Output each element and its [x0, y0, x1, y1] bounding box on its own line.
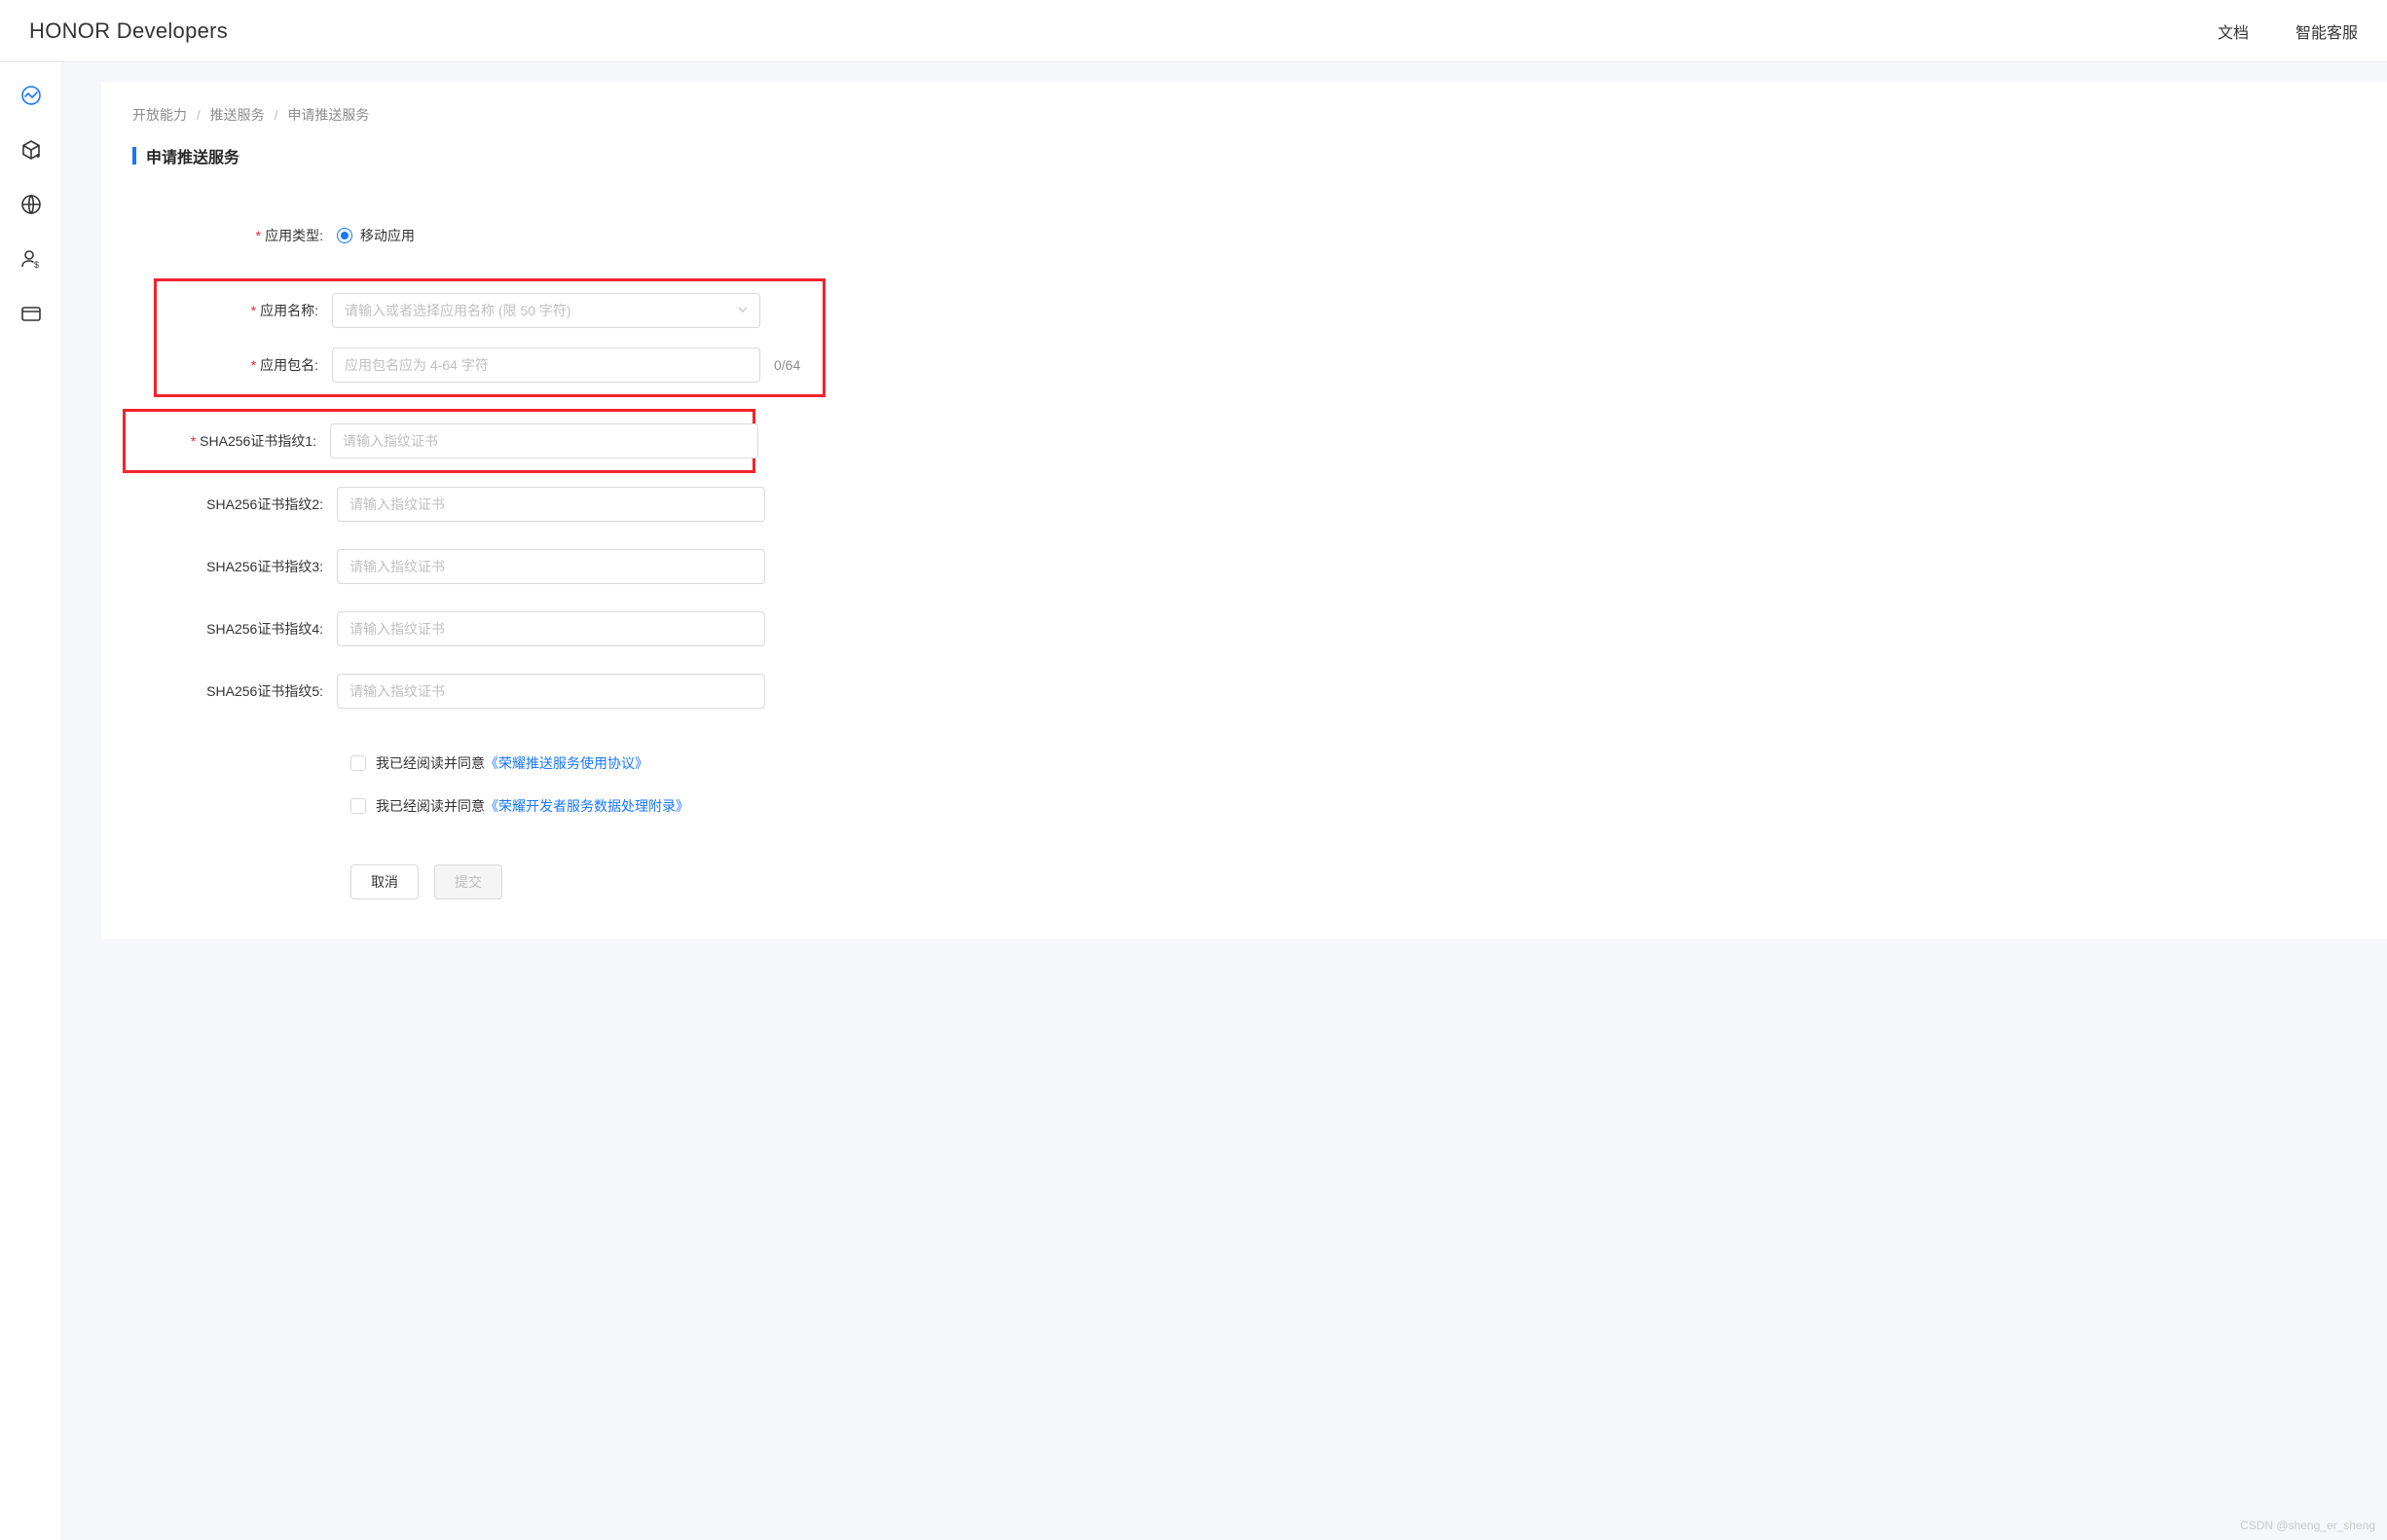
sha4-input[interactable] — [337, 611, 765, 646]
sha4-row: SHA256证书指纹4: — [162, 609, 2356, 648]
sha3-label: SHA256证书指纹3: — [162, 557, 337, 576]
watermark: CSDN @sheng_er_sheng — [2240, 1519, 2375, 1532]
sidebar: $ — [0, 62, 62, 1540]
app-type-value: 移动应用 — [360, 226, 415, 245]
sha2-row: SHA256证书指纹2: — [162, 485, 2356, 524]
breadcrumb-item-1[interactable]: 推送服务 — [210, 107, 265, 123]
page-title: 申请推送服务 — [146, 144, 239, 167]
sidebar-chart-icon[interactable] — [18, 82, 45, 109]
sha2-label: SHA256证书指纹2: — [162, 495, 337, 514]
app-type-row: *应用类型: 移动应用 — [162, 216, 2356, 255]
app-name-label: *应用名称: — [157, 301, 332, 320]
radio-icon — [337, 228, 352, 243]
sha4-label: SHA256证书指纹4: — [162, 619, 337, 639]
breadcrumb-sep: / — [275, 107, 278, 123]
agreement-row-2: 我已经阅读并同意 《荣耀开发者服务数据处理附录》 — [350, 796, 2356, 816]
highlight-sha1: *SHA256证书指纹1: — [123, 409, 755, 473]
header-nav: 文档 智能客服 — [2218, 19, 2358, 43]
breadcrumb-item-2: 申请推送服务 — [287, 107, 369, 123]
agreement2-checkbox[interactable] — [350, 798, 366, 814]
sha1-label: *SHA256证书指纹1: — [155, 431, 330, 451]
sha5-row: SHA256证书指纹5: — [162, 672, 2356, 711]
app-name-select[interactable] — [332, 293, 760, 328]
page-title-wrap: 申请推送服务 — [132, 144, 2356, 167]
cancel-button[interactable]: 取消 — [350, 864, 419, 899]
sha3-input[interactable] — [337, 549, 765, 584]
agreement1-text: 我已经阅读并同意 — [376, 753, 485, 773]
content-area: 开放能力 / 推送服务 / 申请推送服务 申请推送服务 *应用类型: — [62, 62, 2387, 1540]
agreement2-link[interactable]: 《荣耀开发者服务数据处理附录》 — [485, 796, 689, 816]
app-type-label: *应用类型: — [162, 226, 337, 245]
title-bar-icon — [132, 147, 136, 165]
sidebar-globe-icon[interactable] — [18, 191, 45, 218]
svg-text:$: $ — [34, 260, 39, 270]
app-type-radio[interactable]: 移动应用 — [337, 226, 415, 245]
agreement-row-1: 我已经阅读并同意 《荣耀推送服务使用协议》 — [350, 753, 2356, 773]
breadcrumb: 开放能力 / 推送服务 / 申请推送服务 — [132, 105, 2356, 125]
sidebar-user-money-icon[interactable]: $ — [18, 245, 45, 273]
package-name-row: *应用包名: 0/64 — [157, 346, 811, 385]
button-row: 取消 提交 — [350, 864, 2356, 899]
nav-support[interactable]: 智能客服 — [2295, 19, 2358, 43]
package-name-label: *应用包名: — [157, 355, 332, 375]
breadcrumb-sep: / — [197, 107, 201, 123]
app-name-row: *应用名称: — [157, 291, 811, 330]
package-char-count: 0/64 — [774, 357, 800, 373]
sha3-row: SHA256证书指纹3: — [162, 547, 2356, 586]
sha5-input[interactable] — [337, 674, 765, 709]
sidebar-cube-plus-icon[interactable] — [18, 136, 45, 164]
package-name-input[interactable] — [332, 348, 760, 383]
sidebar-card-icon[interactable] — [18, 300, 45, 327]
nav-docs[interactable]: 文档 — [2218, 19, 2249, 43]
brand-logo: HONOR Developers — [29, 18, 228, 44]
header: HONOR Developers 文档 智能客服 — [0, 0, 2387, 62]
sha5-label: SHA256证书指纹5: — [162, 681, 337, 701]
highlight-app-info: *应用名称: *应用包名 — [154, 278, 826, 397]
agreement2-text: 我已经阅读并同意 — [376, 796, 485, 816]
agreement1-link[interactable]: 《荣耀推送服务使用协议》 — [485, 753, 648, 773]
breadcrumb-item-0[interactable]: 开放能力 — [132, 107, 187, 123]
sha2-input[interactable] — [337, 487, 765, 522]
agreement1-checkbox[interactable] — [350, 755, 366, 771]
form: *应用类型: 移动应用 *应用名称: — [132, 216, 2356, 899]
submit-button[interactable]: 提交 — [434, 864, 502, 899]
sha1-row: *SHA256证书指纹1: — [155, 422, 741, 460]
sha1-input[interactable] — [330, 423, 758, 458]
